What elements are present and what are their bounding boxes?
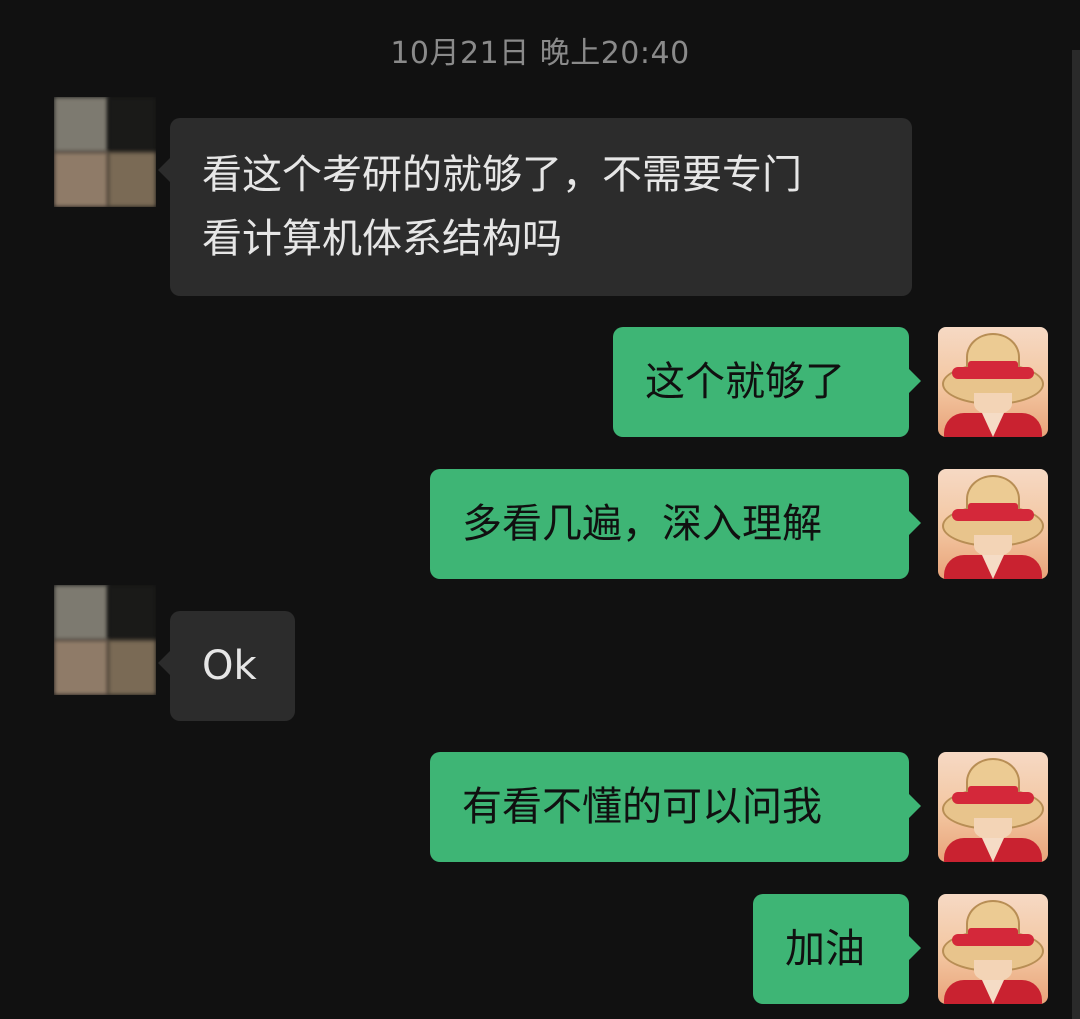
user-avatar[interactable] bbox=[938, 752, 1048, 862]
message-text: 多看几遍，深入理解 bbox=[462, 501, 822, 547]
chat-timestamp: 10月21日 晚上20:40 bbox=[390, 36, 690, 71]
message-text: Ok bbox=[202, 643, 257, 689]
message-bubble-outgoing[interactable]: 加油 bbox=[753, 894, 921, 1004]
message-bubble-incoming[interactable]: Ok bbox=[158, 611, 295, 721]
user-avatar[interactable] bbox=[938, 327, 1048, 437]
user-avatar[interactable] bbox=[938, 894, 1048, 1004]
user-avatar[interactable] bbox=[938, 469, 1048, 579]
message-bubble-incoming[interactable]: 看这个考研的就够了，不需要专门 看计算机体系结构吗 bbox=[158, 118, 912, 296]
message-text: 这个就够了 bbox=[645, 359, 845, 405]
contact-avatar[interactable] bbox=[54, 585, 156, 695]
message-text: 有看不懂的可以问我 bbox=[462, 784, 822, 830]
message-bubble-outgoing[interactable]: 有看不懂的可以问我 bbox=[430, 752, 921, 862]
message-bubble-outgoing[interactable]: 这个就够了 bbox=[613, 327, 921, 437]
scrollbar[interactable] bbox=[1072, 50, 1080, 1019]
contact-avatar[interactable] bbox=[54, 97, 156, 207]
message-bubble-outgoing[interactable]: 多看几遍，深入理解 bbox=[430, 469, 921, 579]
message-text: 加油 bbox=[785, 926, 865, 972]
message-text: 看这个考研的就够了，不需要专门 看计算机体系结构吗 bbox=[202, 152, 802, 262]
